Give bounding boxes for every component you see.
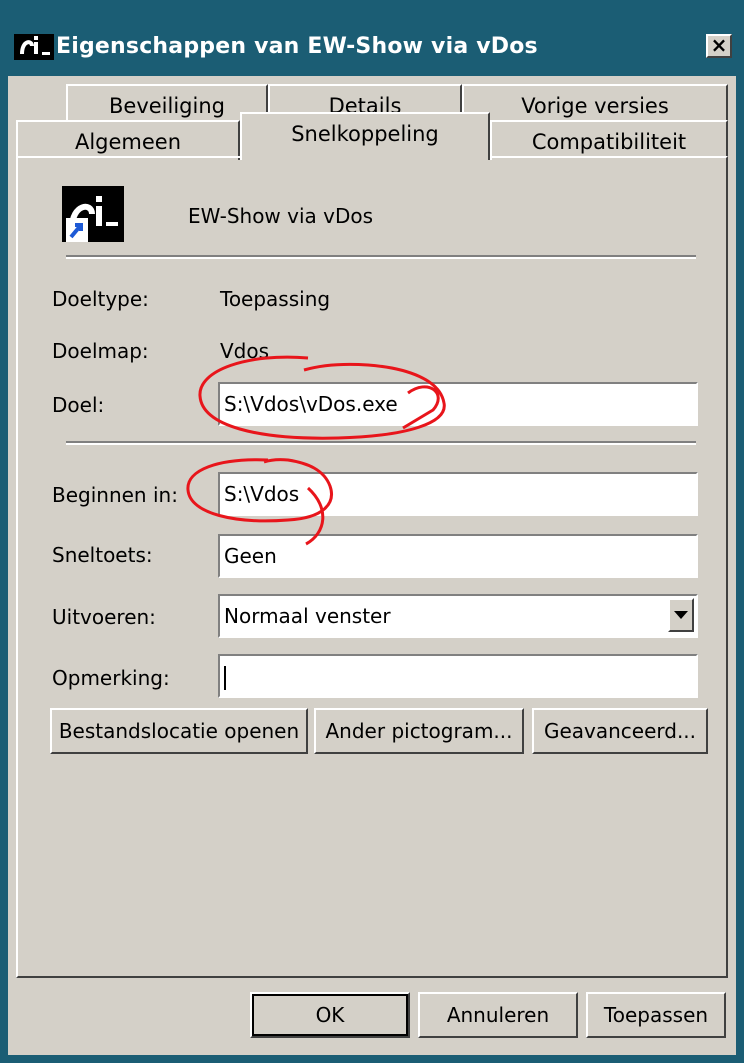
selected-tab-join	[242, 154, 488, 160]
tab-beveiliging[interactable]: Beveiliging	[66, 84, 268, 124]
cancel-button[interactable]: Annuleren	[418, 992, 578, 1038]
doelmap-label: Doelmap:	[52, 339, 149, 363]
tab-vorige-versies[interactable]: Vorige versies	[462, 84, 728, 124]
title-bar[interactable]: Eigenschappen van EW-Show via vDos ×	[8, 8, 736, 76]
doelmap-value: Vdos	[220, 339, 270, 363]
close-button[interactable]: ×	[706, 34, 732, 58]
change-icon-button[interactable]: Ander pictogram...	[314, 708, 524, 754]
tab-compatibiliteit[interactable]: Compatibiliteit	[490, 120, 728, 160]
open-location-button[interactable]: Bestandslocatie openen	[50, 708, 308, 754]
sneltoets-label: Sneltoets:	[52, 543, 153, 567]
separator-middle	[66, 441, 696, 445]
properties-window: Eigenschappen van EW-Show via vDos × Bev…	[8, 8, 736, 1055]
doeltype-label: Doeltype:	[52, 287, 149, 311]
tab-snelkoppeling[interactable]: Snelkoppeling	[240, 112, 490, 160]
beginnen-in-label: Beginnen in:	[52, 483, 178, 507]
tab-algemeen[interactable]: Algemeen	[16, 120, 240, 160]
doel-field[interactable]: S:\Vdos\vDos.exe	[218, 382, 698, 426]
sneltoets-field[interactable]: Geen	[218, 534, 698, 578]
opmerking-label: Opmerking:	[52, 666, 170, 690]
chevron-down-icon	[674, 611, 688, 619]
apply-button[interactable]: Toepassen	[586, 992, 726, 1038]
shortcut-name: EW-Show via vDos	[188, 204, 374, 228]
doeltype-value: Toepassing	[220, 287, 331, 311]
advanced-button[interactable]: Geavanceerd...	[532, 708, 708, 754]
dropdown-button[interactable]	[668, 598, 694, 632]
text-caret	[224, 665, 226, 690]
ok-button[interactable]: OK	[250, 992, 410, 1038]
uitvoeren-value: Normaal venster	[224, 604, 391, 628]
uitvoeren-label: Uitvoeren:	[52, 605, 156, 629]
opmerking-field[interactable]	[218, 654, 698, 698]
window-title: Eigenschappen van EW-Show via vDos	[56, 34, 538, 59]
beginnen-in-field[interactable]: S:\Vdos	[218, 472, 698, 516]
doel-label: Doel:	[52, 393, 105, 417]
app-icon	[14, 34, 54, 60]
separator-top	[66, 255, 696, 259]
shortcut-icon	[62, 186, 124, 242]
uitvoeren-select[interactable]: Normaal venster	[218, 594, 698, 638]
